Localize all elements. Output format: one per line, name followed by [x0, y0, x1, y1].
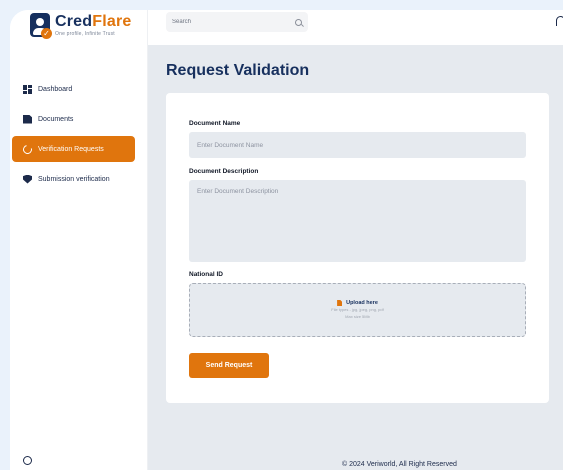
sidebar-item-dashboard[interactable]: Dashboard — [12, 76, 135, 102]
national-id-upload-dropzone[interactable]: Upload here File types - jpg, jpeg, png,… — [189, 283, 526, 337]
page-title: Request Validation — [166, 62, 310, 79]
settings-icon[interactable] — [23, 456, 32, 465]
topbar — [148, 10, 563, 45]
send-request-button[interactable]: Send Request — [189, 353, 269, 378]
brand-name-part1: Cred — [55, 13, 93, 30]
brand-name-part2: Flare — [92, 13, 132, 30]
document-icon — [23, 114, 32, 124]
main-content: Request Validation Document Name Documen… — [148, 45, 563, 470]
national-id-label: National ID — [189, 271, 223, 278]
sidebar-item-label: Documents — [38, 115, 74, 123]
sidebar-item-label: Dashboard — [38, 85, 73, 93]
sidebar-item-label: Verification Requests — [38, 145, 104, 153]
brand-tagline: One profile, Infinite Trust — [55, 31, 115, 37]
document-description-label: Document Description — [189, 168, 259, 175]
progress-ring-icon — [21, 142, 34, 156]
document-description-field[interactable] — [189, 180, 526, 262]
sidebar: ✓ CredFlare One profile, Infinite Trust … — [10, 10, 148, 470]
grid-icon — [23, 84, 32, 94]
document-name-field[interactable] — [189, 132, 526, 158]
upload-title: Upload here — [346, 300, 378, 306]
sidebar-item-verification-requests[interactable]: Verification Requests — [12, 136, 135, 162]
upload-file-types: File types - jpg, jpeg, png, pdf — [331, 307, 384, 312]
file-upload-icon — [337, 300, 343, 306]
logo-icon: ✓ — [28, 13, 52, 39]
bell-icon[interactable] — [556, 16, 563, 26]
search-box — [166, 12, 308, 32]
upload-max-size: Max size 5Mb — [345, 314, 370, 319]
search-input[interactable] — [172, 19, 295, 25]
search-icon[interactable] — [295, 18, 302, 26]
footer-copyright: © 2024 Veriworld, All Right Reserved — [342, 461, 457, 468]
sidebar-nav: Dashboard Documents Verification Request… — [12, 76, 135, 196]
request-form-card: Document Name Document Description Natio… — [166, 93, 549, 403]
sidebar-item-label: Submission verification — [38, 175, 110, 183]
app-window: ✓ CredFlare One profile, Infinite Trust … — [10, 10, 563, 470]
sidebar-item-documents[interactable]: Documents — [12, 106, 135, 132]
logo[interactable]: ✓ CredFlare One profile, Infinite Trust — [28, 13, 132, 39]
logo-text: CredFlare One profile, Infinite Trust — [55, 13, 132, 37]
shield-check-icon — [23, 174, 32, 184]
document-name-label: Document Name — [189, 120, 241, 127]
sidebar-item-submission-verification[interactable]: Submission verification — [12, 166, 135, 192]
